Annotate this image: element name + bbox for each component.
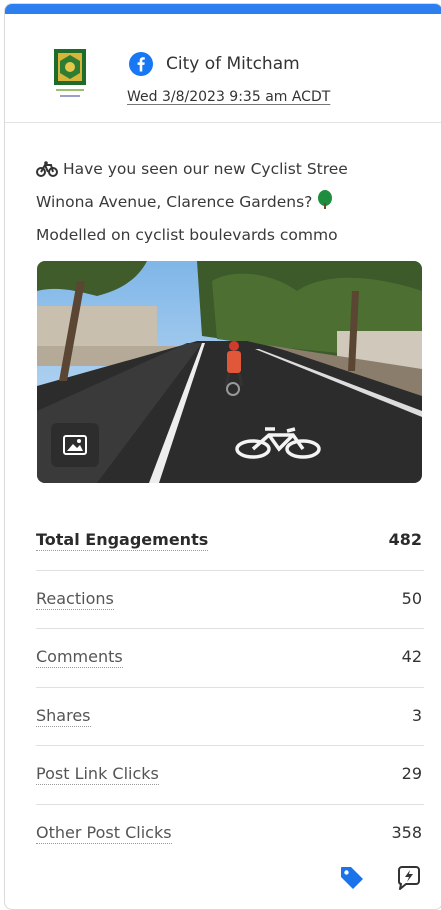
city-logo: [52, 47, 88, 107]
tag-icon[interactable]: [339, 865, 365, 891]
post-header: City of Mitcham Wed 3/8/2023 9:35 am ACD…: [5, 14, 441, 123]
image-type-badge: [51, 423, 99, 467]
metric-row-reactions: Reactions 50: [36, 571, 424, 630]
metric-label[interactable]: Total Engagements: [36, 530, 209, 551]
post-card: City of Mitcham Wed 3/8/2023 9:35 am ACD…: [4, 3, 441, 910]
facebook-icon: [129, 52, 153, 76]
metric-row-other-post-clicks: Other Post Clicks 358: [36, 805, 424, 863]
page-name[interactable]: City of Mitcham: [166, 54, 300, 74]
post-image[interactable]: [37, 261, 422, 483]
metric-value: 42: [401, 647, 422, 667]
metric-row-shares: Shares 3: [36, 688, 424, 747]
bicycle-icon: [36, 157, 58, 187]
metric-row-comments: Comments 42: [36, 629, 424, 688]
post-text-line-1-content: Have you seen our new Cyclist Stree: [62, 160, 348, 178]
post-text-line-2-content: Winona Avenue, Clarence Gardens?: [36, 193, 313, 211]
image-icon: [63, 435, 87, 455]
metric-row-post-link-clicks: Post Link Clicks 29: [36, 746, 424, 805]
tree-icon: [317, 190, 333, 220]
metric-label[interactable]: Post Link Clicks: [36, 764, 159, 786]
post-text: Have you seen our new Cyclist Stree Wino…: [36, 154, 440, 250]
metric-value: 50: [401, 588, 422, 608]
metric-label[interactable]: Shares: [36, 706, 91, 727]
metric-value: 3: [411, 705, 422, 725]
card-accent-bar: [5, 4, 441, 14]
boost-icon[interactable]: [395, 864, 423, 892]
metric-value: 29: [401, 764, 422, 784]
metric-value: 358: [391, 822, 422, 842]
post-text-line-2: Winona Avenue, Clarence Gardens?: [36, 187, 440, 220]
metric-label[interactable]: Comments: [36, 647, 123, 669]
engagement-metrics: Total Engagements 482 Reactions 50 Comme…: [36, 512, 424, 863]
post-text-line-3-content: Modelled on cyclist boulevards commo: [36, 226, 338, 244]
post-text-line-1: Have you seen our new Cyclist Stree: [36, 154, 440, 187]
metric-label[interactable]: Reactions: [36, 589, 114, 610]
metric-label[interactable]: Other Post Clicks: [36, 823, 172, 844]
metric-value: 482: [388, 530, 422, 549]
metric-row-total-engagements: Total Engagements 482: [36, 512, 424, 571]
post-text-line-3: Modelled on cyclist boulevards commo: [36, 220, 440, 250]
post-date-link[interactable]: Wed 3/8/2023 9:35 am ACDT: [127, 89, 330, 105]
card-footer: [5, 860, 441, 896]
